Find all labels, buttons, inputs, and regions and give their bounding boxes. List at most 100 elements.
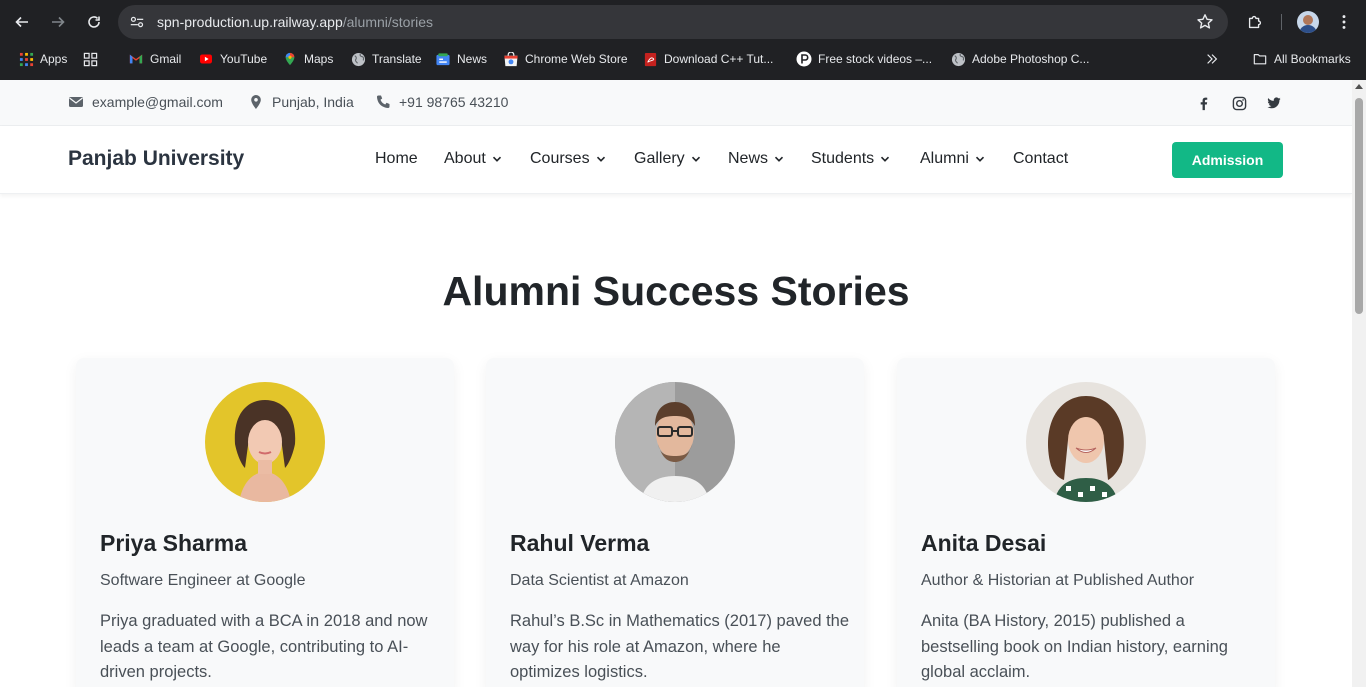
- nav-label: Contact: [1013, 150, 1069, 167]
- facebook-icon: [1200, 97, 1207, 110]
- bookmark-stock-videos[interactable]: Free stock videos –...: [796, 49, 932, 69]
- more-bookmarks-button[interactable]: [1204, 49, 1220, 69]
- facebook-link[interactable]: [1194, 94, 1212, 112]
- reload-button[interactable]: [81, 9, 107, 35]
- email-text: example@gmail.com: [92, 94, 223, 110]
- extensions-button[interactable]: [1243, 10, 1267, 34]
- browser-chrome: spn-production.up.railway.app/alumni/sto…: [0, 0, 1366, 111]
- address-bar[interactable]: spn-production.up.railway.app/alumni/sto…: [118, 5, 1228, 39]
- alumni-story: Rahul’s B.Sc in Mathematics (2017) paved…: [510, 612, 850, 681]
- twitter-icon: [1267, 97, 1281, 109]
- alumni-role: Software Engineer at Google: [100, 572, 306, 589]
- brand-logo[interactable]: Panjab University: [68, 147, 244, 171]
- alumni-name: Anita Desai: [921, 530, 1047, 556]
- gmail-icon: [128, 51, 144, 67]
- folder-icon: [1252, 51, 1268, 67]
- bookmark-label: YouTube: [220, 52, 268, 66]
- nav-alumni[interactable]: Alumni: [920, 150, 985, 168]
- bookmark-tab-groups[interactable]: [82, 49, 98, 69]
- nav-home[interactable]: Home: [375, 150, 418, 168]
- maps-pin-icon: [282, 51, 298, 67]
- alumni-card: Rahul Verma Data Scientist at Amazon Rah…: [486, 358, 864, 687]
- bookmarks-bar: Apps Gmail YouTube Maps Translate News C…: [0, 44, 1366, 111]
- forward-button[interactable]: [45, 9, 71, 35]
- nav-courses[interactable]: Courses: [530, 150, 606, 168]
- youtube-icon: [198, 51, 214, 67]
- page-scrollbar[interactable]: [1352, 80, 1366, 687]
- back-button[interactable]: [9, 9, 35, 35]
- browser-toolbar: spn-production.up.railway.app/alumni/sto…: [0, 0, 1366, 44]
- alumni-photo: [615, 382, 735, 502]
- location-pin-icon: [251, 95, 261, 109]
- bookmark-label: Free stock videos –...: [818, 52, 933, 66]
- bookmark-maps[interactable]: Maps: [282, 49, 333, 69]
- bookmark-label: Chrome Web Store: [525, 52, 628, 66]
- bookmark-cpp-tutorial[interactable]: Download C++ Tut...: [642, 49, 773, 69]
- scrollbar-thumb[interactable]: [1355, 98, 1363, 314]
- phone-icon: [376, 95, 390, 109]
- web-store-icon: [503, 51, 519, 67]
- nav-students[interactable]: Students: [811, 150, 890, 168]
- nav-label: Students: [811, 150, 875, 167]
- alumni-card: Anita Desai Author & Historian at Publis…: [897, 358, 1275, 687]
- bookmark-translate[interactable]: Translate: [350, 49, 422, 69]
- nav-label: About: [444, 150, 486, 167]
- chevron-down-icon: [492, 156, 501, 162]
- bookmark-photoshop[interactable]: Adobe Photoshop C...: [950, 49, 1089, 69]
- bookmark-news[interactable]: News: [435, 49, 487, 69]
- chevron-down-icon: [881, 156, 890, 162]
- nav-gallery[interactable]: Gallery: [634, 150, 701, 168]
- bookmark-label: Gmail: [150, 52, 182, 66]
- phone-text: +91 98765 43210: [399, 94, 509, 110]
- alumni-role: Author & Historian at Published Author: [921, 572, 1195, 589]
- nav-label: Gallery: [634, 150, 685, 167]
- instagram-link[interactable]: [1230, 94, 1248, 112]
- nav-label: Courses: [530, 150, 590, 167]
- nav-about[interactable]: About: [444, 150, 502, 168]
- scroll-up-icon[interactable]: [1355, 84, 1363, 89]
- nav-contact[interactable]: Contact: [1013, 150, 1068, 168]
- all-bookmarks-label: All Bookmarks: [1274, 52, 1351, 66]
- instagram-icon: [1232, 96, 1246, 110]
- alumni-name: Rahul Verma: [510, 530, 650, 556]
- google-news-icon: [435, 51, 451, 67]
- main-navbar: Panjab University Home About Courses Gal…: [0, 126, 1352, 194]
- all-bookmarks-button[interactable]: All Bookmarks: [1252, 49, 1351, 69]
- contact-location: Punjab, India: [248, 94, 354, 110]
- forward-arrow-icon: [52, 16, 65, 28]
- site-settings-icon[interactable]: [128, 13, 146, 31]
- url-host: spn-production.up.railway.app: [157, 14, 343, 30]
- envelope-icon: [69, 97, 83, 107]
- contact-email[interactable]: example@gmail.com: [68, 94, 223, 110]
- nav-label: News: [728, 150, 769, 167]
- profile-avatar[interactable]: [1297, 11, 1319, 33]
- alumni-role: Data Scientist at Amazon: [510, 572, 689, 589]
- nav-news[interactable]: News: [728, 150, 784, 168]
- bookmark-apps[interactable]: Apps: [18, 49, 67, 69]
- contact-phone[interactable]: +91 98765 43210: [375, 94, 508, 110]
- bookmark-chrome-web-store[interactable]: Chrome Web Store: [503, 49, 628, 69]
- bookmark-label: Download C++ Tut...: [664, 52, 774, 66]
- chevron-down-icon: [774, 156, 784, 162]
- pdf-icon: [642, 51, 658, 67]
- bookmark-youtube[interactable]: YouTube: [198, 49, 267, 69]
- reload-icon: [88, 16, 100, 28]
- url-path: /alumni/stories: [342, 14, 434, 30]
- twitter-link[interactable]: [1265, 94, 1283, 112]
- browser-menu-button[interactable]: [1332, 10, 1356, 34]
- bookmark-gmail[interactable]: Gmail: [128, 49, 181, 69]
- bookmark-label: Apps: [40, 52, 68, 66]
- nav-label: Home: [375, 150, 418, 167]
- url-text: spn-production.up.railway.app/alumni/sto…: [157, 14, 433, 30]
- bookmark-label: Adobe Photoshop C...: [972, 52, 1090, 66]
- admission-button[interactable]: Admission: [1172, 142, 1283, 178]
- globe-icon: [350, 51, 366, 67]
- apps-grid-icon: [18, 51, 34, 67]
- nav-label: Alumni: [920, 150, 969, 167]
- bookmark-label: News: [457, 52, 488, 66]
- page-viewport: example@gmail.com Punjab, India +91 9876…: [0, 80, 1352, 687]
- tab-groups-icon: [82, 51, 98, 67]
- bookmark-label: Maps: [304, 52, 334, 66]
- bookmark-star-icon[interactable]: [1196, 13, 1214, 31]
- page-title: Alumni Success Stories: [442, 268, 910, 314]
